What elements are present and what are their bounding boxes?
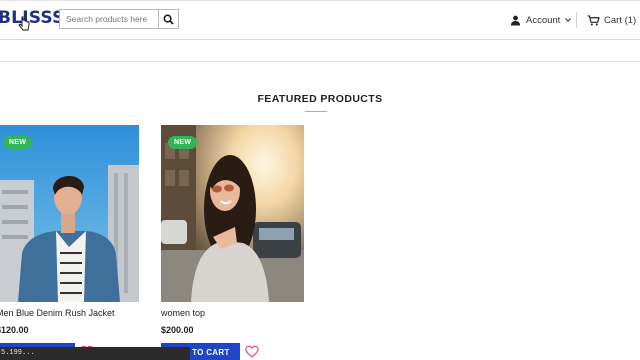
product-price: $200.00 bbox=[161, 325, 194, 335]
account-menu[interactable]: Account bbox=[510, 12, 572, 28]
product-name[interactable]: women top bbox=[161, 308, 205, 318]
product-card: NEW Men Blue Denim Rush Jacket $120.00 A… bbox=[0, 125, 139, 360]
search-input[interactable] bbox=[60, 10, 159, 28]
user-icon bbox=[510, 15, 521, 26]
cursor-icon bbox=[18, 16, 30, 31]
product-image[interactable]: NEW bbox=[161, 125, 304, 302]
chevron-down-icon bbox=[565, 18, 572, 22]
site-header: BLISSS. Account Cart (1) bbox=[0, 0, 640, 40]
search-button[interactable] bbox=[158, 10, 178, 28]
heart-icon[interactable] bbox=[245, 345, 259, 358]
cart-menu[interactable]: Cart (1) bbox=[587, 12, 640, 28]
navigation-bar-divider bbox=[0, 61, 640, 62]
header-divider bbox=[576, 12, 577, 28]
product-image[interactable]: NEW bbox=[0, 125, 139, 302]
product-name[interactable]: Men Blue Denim Rush Jacket bbox=[0, 308, 115, 318]
browser-status-bar: 5.199... bbox=[0, 347, 190, 360]
product-card: NEW women top $200.00 ADD TO CART bbox=[161, 125, 304, 360]
section-title: FEATURED PRODUCTS bbox=[257, 93, 383, 105]
cart-icon bbox=[587, 14, 600, 26]
search-box bbox=[59, 9, 179, 29]
cart-label: Cart (1) bbox=[604, 14, 637, 26]
new-badge: NEW bbox=[168, 136, 198, 149]
new-badge: NEW bbox=[3, 136, 33, 149]
product-photo-jacket bbox=[0, 125, 139, 302]
section-title-underline bbox=[305, 111, 327, 112]
product-price: $120.00 bbox=[0, 325, 29, 335]
search-icon bbox=[163, 14, 174, 25]
product-photo-women-top bbox=[161, 125, 304, 302]
account-label: Account bbox=[526, 14, 561, 26]
